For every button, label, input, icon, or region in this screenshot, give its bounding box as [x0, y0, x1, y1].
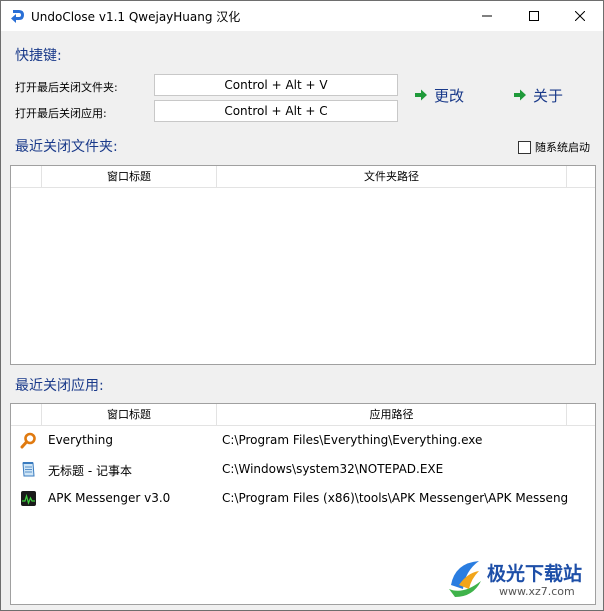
title-bar: UndoClose v1.1 QwejayHuang 汉化 — [1, 1, 603, 31]
header-window-title[interactable]: 窗口标题 — [42, 166, 217, 187]
folders-section-title: 最近关闭文件夹: — [15, 139, 118, 155]
undo-arrow-icon — [11, 10, 24, 23]
minimize-icon — [482, 15, 492, 17]
about-button-label: 关于 — [533, 86, 564, 105]
watermark-url: www.xz7.com — [499, 585, 575, 598]
row-title: APK Messenger v3.0 — [48, 491, 171, 505]
green-arrow-icon — [415, 89, 427, 101]
change-button-label: 更改 — [434, 86, 465, 105]
watermark-name: 极光下载站 — [487, 563, 583, 585]
folder-hotkey-label: 打开最后关闭文件夹: — [15, 81, 118, 94]
list-item[interactable]: Everything C:\Program Files\Everything\E… — [11, 426, 595, 455]
autostart-checkbox[interactable]: 随系统启动 — [518, 139, 590, 155]
window-title: UndoClose v1.1 QwejayHuang 汉化 — [31, 10, 241, 24]
apps-section-title: 最近关闭应用: — [15, 378, 104, 394]
row-path: C:\Program Files\Everything\Everything.e… — [222, 433, 483, 447]
row-path: C:\Program Files (x86)\tools\APK Messeng… — [222, 491, 569, 505]
hotkeys-section-title: 快捷键: — [15, 48, 62, 64]
header-app-path[interactable]: 应用路径 — [217, 404, 567, 425]
maximize-button[interactable] — [511, 1, 557, 31]
app-hotkey-field[interactable]: Control + Alt + C — [154, 100, 398, 122]
list-item[interactable]: 无标题 - 记事本 C:\Windows\system32\NOTEPAD.EX… — [11, 455, 595, 484]
watermark-logo-icon — [449, 561, 481, 597]
folders-list-header: 窗口标题 文件夹路径 — [11, 166, 595, 188]
folder-hotkey-field[interactable]: Control + Alt + V — [154, 74, 398, 96]
header-folder-path[interactable]: 文件夹路径 — [217, 166, 567, 187]
row-title: 无标题 - 记事本 — [48, 464, 132, 478]
header-window-title[interactable]: 窗口标题 — [42, 404, 217, 425]
checkbox-box[interactable] — [518, 140, 531, 154]
header-icon-column[interactable] — [11, 166, 42, 187]
row-path: C:\Windows\system32\NOTEPAD.EXE — [222, 462, 444, 476]
about-button[interactable]: 关于 — [513, 84, 563, 106]
watermark: 极光下载站 www.xz7.com — [441, 555, 601, 605]
close-button[interactable] — [557, 1, 603, 31]
autostart-label: 随系统启动 — [535, 141, 590, 154]
apps-list-header: 窗口标题 应用路径 — [11, 404, 595, 426]
minimize-button[interactable] — [464, 1, 510, 31]
header-icon-column[interactable] — [11, 404, 42, 425]
maximize-icon — [529, 11, 539, 21]
notepad-icon — [22, 462, 35, 477]
app-hotkey-label: 打开最后关闭应用: — [15, 107, 107, 120]
app-window: UndoClose v1.1 QwejayHuang 汉化 快捷键: 打开最后关… — [0, 0, 604, 611]
green-arrow-icon — [514, 89, 526, 101]
magnifier-icon — [20, 432, 36, 449]
list-item[interactable]: APK Messenger v3.0 C:\Program Files (x86… — [11, 484, 595, 513]
folders-list[interactable]: 窗口标题 文件夹路径 — [10, 165, 596, 365]
apk-messenger-icon — [21, 491, 36, 506]
row-title: Everything — [48, 433, 113, 447]
change-button[interactable]: 更改 — [414, 84, 464, 106]
close-icon — [575, 11, 585, 21]
